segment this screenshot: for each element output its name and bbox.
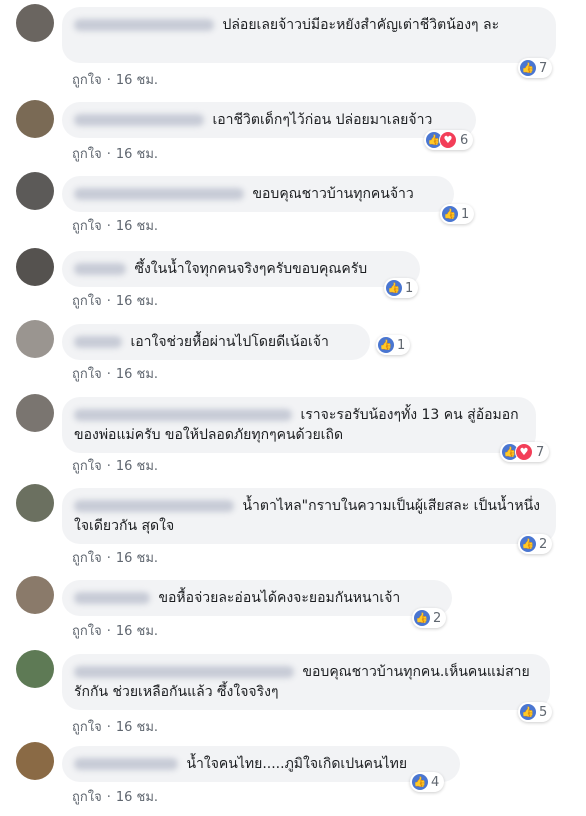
- author-name[interactable]: [74, 758, 178, 770]
- timestamp[interactable]: 16 ชม.: [116, 551, 158, 566]
- author-name[interactable]: [74, 666, 294, 678]
- avatar[interactable]: [16, 100, 54, 138]
- author-name[interactable]: [74, 409, 292, 421]
- like-link[interactable]: ถูกใจ: [72, 73, 102, 88]
- like-link[interactable]: ถูกใจ: [72, 720, 102, 735]
- avatar[interactable]: [16, 394, 54, 432]
- reaction-count[interactable]: 👍 1: [376, 335, 411, 355]
- like-icon: 👍: [442, 206, 458, 222]
- like-link[interactable]: ถูกใจ: [72, 624, 102, 639]
- comment-text: ปล่อยเลยจ้าวบ่มีอะหยังสำคัญเต่าชีวิตน้อง…: [222, 17, 500, 33]
- comment-bubble: ขอบคุณชาวบ้านทุกคน.เห็นคนแม่สายรักกัน ช่…: [62, 654, 550, 710]
- comment-meta: ถูกใจ · 16 ชม.: [72, 294, 159, 309]
- author-name[interactable]: [74, 114, 204, 126]
- like-link[interactable]: ถูกใจ: [72, 551, 102, 566]
- like-link[interactable]: ถูกใจ: [72, 790, 102, 805]
- comment-text: ขอบคุณชาวบ้านทุกคนจ้าว: [252, 186, 414, 202]
- author-name[interactable]: [74, 592, 150, 604]
- timestamp[interactable]: 16 ชม.: [116, 147, 158, 162]
- comment-text: เอาชีวิตเด็กๆไว้ก่อน ปล่อยมาเลยจ้าว: [212, 112, 433, 128]
- like-icon: 👍: [520, 60, 536, 76]
- avatar[interactable]: [16, 742, 54, 780]
- avatar[interactable]: [16, 576, 54, 614]
- comment-bubble: ซึ้งในน้ำใจทุกคนจริงๆครับขอบคุณครับ: [62, 251, 420, 287]
- comment-meta: ถูกใจ · 16 ชม.: [72, 73, 159, 88]
- reaction-count[interactable]: 👍 5: [518, 702, 553, 722]
- comment-bubble: น้ำตาไหล"กราบในความเป็นผู้เสียสละ เป็นน้…: [62, 488, 556, 544]
- like-icon: 👍: [412, 774, 428, 790]
- comment-bubble: เอาใจช่วยหื้อผ่านไปโดยดีเน้อเจ้า: [62, 324, 370, 360]
- comment-bubble: เอาชีวิตเด็กๆไว้ก่อน ปล่อยมาเลยจ้าว: [62, 102, 476, 138]
- comment-text: ขอหื้อจ่วยละอ่อนได้คงจะยอมกันหนาเจ้า: [158, 590, 401, 606]
- reaction-count[interactable]: 👍 7: [518, 58, 553, 78]
- reaction-count[interactable]: 👍 2: [412, 608, 447, 628]
- timestamp[interactable]: 16 ชม.: [116, 367, 158, 382]
- comment-bubble: เราจะรอรับน้องๆทั้ง 13 คน สู่อ้อมอกของพ่…: [62, 397, 536, 453]
- comment-text: เอาใจช่วยหื้อผ่านไปโดยดีเน้อเจ้า: [130, 334, 329, 350]
- comment-bubble: น้ำใจคนไทย.....ภูมิใจเกิดเปนคนไทย: [62, 746, 460, 782]
- like-link[interactable]: ถูกใจ: [72, 459, 102, 474]
- comment-text: ซึ้งในน้ำใจทุกคนจริงๆครับขอบคุณครับ: [134, 261, 368, 277]
- reaction-count[interactable]: 👍 2: [518, 534, 553, 554]
- reaction-count[interactable]: 👍 ♥ 7: [500, 442, 550, 462]
- like-icon: 👍: [378, 337, 394, 353]
- avatar[interactable]: [16, 484, 54, 522]
- avatar[interactable]: [16, 320, 54, 358]
- avatar[interactable]: [16, 172, 54, 210]
- reaction-count[interactable]: 👍 1: [440, 204, 475, 224]
- love-icon: ♥: [515, 443, 533, 461]
- reaction-count[interactable]: 👍 ♥ 6: [424, 130, 474, 150]
- comment-meta: ถูกใจ · 16 ชม.: [72, 367, 159, 382]
- timestamp[interactable]: 16 ชม.: [116, 459, 158, 474]
- comment-meta: ถูกใจ · 16 ชม.: [72, 790, 159, 805]
- comment-text: น้ำใจคนไทย.....ภูมิใจเกิดเปนคนไทย: [186, 756, 408, 772]
- like-icon: 👍: [414, 610, 430, 626]
- author-name[interactable]: [74, 263, 126, 275]
- like-icon: 👍: [520, 704, 536, 720]
- like-link[interactable]: ถูกใจ: [72, 147, 102, 162]
- avatar[interactable]: [16, 650, 54, 688]
- like-link[interactable]: ถูกใจ: [72, 367, 102, 382]
- comment-meta: ถูกใจ · 16 ชม.: [72, 459, 159, 474]
- avatar[interactable]: [16, 4, 54, 42]
- like-icon: 👍: [520, 536, 536, 552]
- comment-bubble: ปล่อยเลยจ้าวบ่มีอะหยังสำคัญเต่าชีวิตน้อง…: [62, 7, 556, 63]
- comment-bubble: ขอบคุณชาวบ้านทุกคนจ้าว: [62, 176, 454, 212]
- author-name[interactable]: [74, 336, 122, 348]
- comment-meta: ถูกใจ · 16 ชม.: [72, 551, 159, 566]
- like-link[interactable]: ถูกใจ: [72, 219, 102, 234]
- timestamp[interactable]: 16 ชม.: [116, 790, 158, 805]
- reaction-count[interactable]: 👍 1: [384, 278, 419, 298]
- timestamp[interactable]: 16 ชม.: [116, 294, 158, 309]
- reaction-count[interactable]: 👍 4: [410, 772, 445, 792]
- comment-meta: ถูกใจ · 16 ชม.: [72, 720, 159, 735]
- comment-meta: ถูกใจ · 16 ชม.: [72, 219, 159, 234]
- comment-meta: ถูกใจ · 16 ชม.: [72, 624, 159, 639]
- author-name[interactable]: [74, 500, 234, 512]
- timestamp[interactable]: 16 ชม.: [116, 720, 158, 735]
- timestamp[interactable]: 16 ชม.: [116, 624, 158, 639]
- author-name[interactable]: [74, 19, 214, 31]
- timestamp[interactable]: 16 ชม.: [116, 219, 158, 234]
- author-name[interactable]: [74, 188, 244, 200]
- like-icon: 👍: [386, 280, 402, 296]
- comment-bubble: ขอหื้อจ่วยละอ่อนได้คงจะยอมกันหนาเจ้า: [62, 580, 452, 616]
- avatar[interactable]: [16, 248, 54, 286]
- like-link[interactable]: ถูกใจ: [72, 294, 102, 309]
- love-icon: ♥: [439, 131, 457, 149]
- comment-meta: ถูกใจ · 16 ชม.: [72, 147, 159, 162]
- timestamp[interactable]: 16 ชม.: [116, 73, 158, 88]
